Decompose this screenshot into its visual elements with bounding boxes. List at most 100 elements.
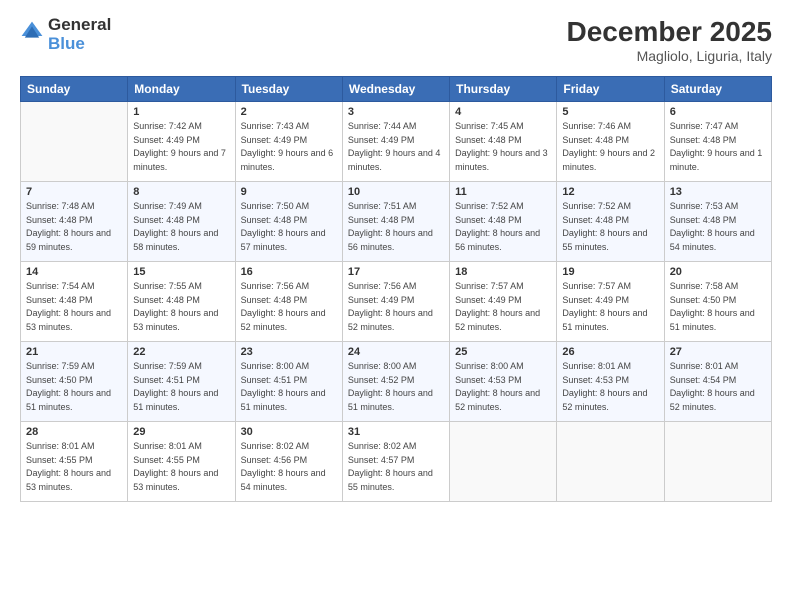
day-cell: 18 Sunrise: 7:57 AMSunset: 4:49 PMDayligh… bbox=[450, 262, 557, 342]
day-info: Sunrise: 7:43 AMSunset: 4:49 PMDaylight:… bbox=[241, 120, 337, 174]
header-day-wednesday: Wednesday bbox=[342, 77, 449, 102]
day-cell: 28 Sunrise: 8:01 AMSunset: 4:55 PMDayligh… bbox=[21, 422, 128, 502]
day-info: Sunrise: 7:42 AMSunset: 4:49 PMDaylight:… bbox=[133, 120, 229, 174]
day-cell: 31Sunrise: 8:02 AMSunset: 4:57 PMDayligh… bbox=[342, 422, 449, 502]
logo: General Blue bbox=[20, 16, 111, 53]
day-number: 11 bbox=[455, 186, 551, 198]
day-cell: 3Sunrise: 7:44 AMSunset: 4:49 PMDaylight… bbox=[342, 102, 449, 182]
location: Magliolo, Liguria, Italy bbox=[567, 48, 772, 64]
day-info: Sunrise: 7:48 AMSunset: 4:48 PMDaylight:… bbox=[26, 200, 122, 254]
header-day-thursday: Thursday bbox=[450, 77, 557, 102]
day-number: 16 bbox=[241, 266, 337, 278]
day-cell: 12Sunrise: 7:52 AMSunset: 4:48 PMDayligh… bbox=[557, 182, 664, 262]
day-number: 29 bbox=[133, 426, 229, 438]
day-number: 10 bbox=[348, 186, 444, 198]
week-row-2: 7 Sunrise: 7:48 AMSunset: 4:48 PMDaylight… bbox=[21, 182, 772, 262]
day-info: Sunrise: 8:02 AMSunset: 4:56 PMDaylight:… bbox=[241, 440, 337, 494]
day-info: Sunrise: 7:44 AMSunset: 4:49 PMDaylight:… bbox=[348, 120, 444, 174]
day-number: 1 bbox=[133, 106, 229, 118]
day-number: 13 bbox=[670, 186, 766, 198]
day-cell bbox=[450, 422, 557, 502]
day-number: 17 bbox=[348, 266, 444, 278]
day-cell: 30 Sunrise: 8:02 AMSunset: 4:56 PMDayligh… bbox=[235, 422, 342, 502]
day-cell: 20Sunrise: 7:58 AMSunset: 4:50 PMDayligh… bbox=[664, 262, 771, 342]
day-info: Sunrise: 7:59 AMSunset: 4:51 PMDaylight:… bbox=[133, 360, 229, 414]
day-info: Sunrise: 7:45 AMSunset: 4:48 PMDaylight:… bbox=[455, 120, 551, 174]
day-info: Sunrise: 7:49 AMSunset: 4:48 PMDaylight:… bbox=[133, 200, 229, 254]
day-number: 18 bbox=[455, 266, 551, 278]
day-cell bbox=[21, 102, 128, 182]
day-cell: 22Sunrise: 7:59 AMSunset: 4:51 PMDayligh… bbox=[128, 342, 235, 422]
calendar-table: SundayMondayTuesdayWednesdayThursdayFrid… bbox=[20, 76, 772, 502]
day-cell bbox=[664, 422, 771, 502]
day-number: 30 bbox=[241, 426, 337, 438]
day-number: 7 bbox=[26, 186, 122, 198]
day-cell: 14 Sunrise: 7:54 AMSunset: 4:48 PMDayligh… bbox=[21, 262, 128, 342]
day-number: 8 bbox=[133, 186, 229, 198]
day-info: Sunrise: 7:57 AMSunset: 4:49 PMDaylight:… bbox=[455, 280, 551, 334]
week-row-4: 21Sunrise: 7:59 AMSunset: 4:50 PMDayligh… bbox=[21, 342, 772, 422]
day-cell: 26 Sunrise: 8:01 AMSunset: 4:53 PMDayligh… bbox=[557, 342, 664, 422]
day-info: Sunrise: 7:54 AMSunset: 4:48 PMDaylight:… bbox=[26, 280, 122, 334]
day-cell: 2 Sunrise: 7:43 AMSunset: 4:49 PMDaylight… bbox=[235, 102, 342, 182]
day-number: 23 bbox=[241, 346, 337, 358]
day-cell: 13Sunrise: 7:53 AMSunset: 4:48 PMDayligh… bbox=[664, 182, 771, 262]
day-number: 19 bbox=[562, 266, 658, 278]
day-cell: 25Sunrise: 8:00 AMSunset: 4:53 PMDayligh… bbox=[450, 342, 557, 422]
day-number: 24 bbox=[348, 346, 444, 358]
day-info: Sunrise: 8:01 AMSunset: 4:54 PMDaylight:… bbox=[670, 360, 766, 414]
day-cell: 24 Sunrise: 8:00 AMSunset: 4:52 PMDayligh… bbox=[342, 342, 449, 422]
day-cell: 8 Sunrise: 7:49 AMSunset: 4:48 PMDaylight… bbox=[128, 182, 235, 262]
day-info: Sunrise: 8:01 AMSunset: 4:53 PMDaylight:… bbox=[562, 360, 658, 414]
day-info: Sunrise: 8:01 AMSunset: 4:55 PMDaylight:… bbox=[26, 440, 122, 494]
day-number: 2 bbox=[241, 106, 337, 118]
day-number: 4 bbox=[455, 106, 551, 118]
header-day-monday: Monday bbox=[128, 77, 235, 102]
logo-icon bbox=[20, 20, 44, 44]
month-year: December 2025 bbox=[567, 16, 772, 48]
header-day-tuesday: Tuesday bbox=[235, 77, 342, 102]
day-cell: 1 Sunrise: 7:42 AMSunset: 4:49 PMDaylight… bbox=[128, 102, 235, 182]
day-cell bbox=[557, 422, 664, 502]
day-cell: 10 Sunrise: 7:51 AMSunset: 4:48 PMDayligh… bbox=[342, 182, 449, 262]
day-info: Sunrise: 7:46 AMSunset: 4:48 PMDaylight:… bbox=[562, 120, 658, 174]
day-cell: 7 Sunrise: 7:48 AMSunset: 4:48 PMDaylight… bbox=[21, 182, 128, 262]
day-info: Sunrise: 7:59 AMSunset: 4:50 PMDaylight:… bbox=[26, 360, 122, 414]
week-row-1: 1 Sunrise: 7:42 AMSunset: 4:49 PMDaylight… bbox=[21, 102, 772, 182]
day-info: Sunrise: 7:58 AMSunset: 4:50 PMDaylight:… bbox=[670, 280, 766, 334]
logo-general-text: General bbox=[48, 16, 111, 35]
day-info: Sunrise: 7:51 AMSunset: 4:48 PMDaylight:… bbox=[348, 200, 444, 254]
day-info: Sunrise: 7:57 AMSunset: 4:49 PMDaylight:… bbox=[562, 280, 658, 334]
day-number: 31 bbox=[348, 426, 444, 438]
day-cell: 16 Sunrise: 7:56 AMSunset: 4:48 PMDayligh… bbox=[235, 262, 342, 342]
day-cell: 27 Sunrise: 8:01 AMSunset: 4:54 PMDayligh… bbox=[664, 342, 771, 422]
day-cell: 29 Sunrise: 8:01 AMSunset: 4:55 PMDayligh… bbox=[128, 422, 235, 502]
day-info: Sunrise: 7:56 AMSunset: 4:48 PMDaylight:… bbox=[241, 280, 337, 334]
day-info: Sunrise: 7:52 AMSunset: 4:48 PMDaylight:… bbox=[562, 200, 658, 254]
day-info: Sunrise: 7:56 AMSunset: 4:49 PMDaylight:… bbox=[348, 280, 444, 334]
calendar-container: General Blue December 2025 Magliolo, Lig… bbox=[0, 0, 792, 512]
day-cell: 4 Sunrise: 7:45 AMSunset: 4:48 PMDaylight… bbox=[450, 102, 557, 182]
header: General Blue December 2025 Magliolo, Lig… bbox=[20, 16, 772, 64]
day-number: 15 bbox=[133, 266, 229, 278]
week-row-3: 14 Sunrise: 7:54 AMSunset: 4:48 PMDayligh… bbox=[21, 262, 772, 342]
day-number: 28 bbox=[26, 426, 122, 438]
day-number: 6 bbox=[670, 106, 766, 118]
day-info: Sunrise: 8:01 AMSunset: 4:55 PMDaylight:… bbox=[133, 440, 229, 494]
header-day-saturday: Saturday bbox=[664, 77, 771, 102]
day-info: Sunrise: 7:47 AMSunset: 4:48 PMDaylight:… bbox=[670, 120, 766, 174]
day-cell: 23Sunrise: 8:00 AMSunset: 4:51 PMDayligh… bbox=[235, 342, 342, 422]
day-number: 26 bbox=[562, 346, 658, 358]
day-cell: 15 Sunrise: 7:55 AMSunset: 4:48 PMDayligh… bbox=[128, 262, 235, 342]
day-info: Sunrise: 7:55 AMSunset: 4:48 PMDaylight:… bbox=[133, 280, 229, 334]
day-number: 14 bbox=[26, 266, 122, 278]
day-info: Sunrise: 8:00 AMSunset: 4:52 PMDaylight:… bbox=[348, 360, 444, 414]
title-section: December 2025 Magliolo, Liguria, Italy bbox=[567, 16, 772, 64]
day-cell: 9Sunrise: 7:50 AMSunset: 4:48 PMDaylight… bbox=[235, 182, 342, 262]
day-info: Sunrise: 8:00 AMSunset: 4:53 PMDaylight:… bbox=[455, 360, 551, 414]
day-cell: 17 Sunrise: 7:56 AMSunset: 4:49 PMDayligh… bbox=[342, 262, 449, 342]
day-number: 27 bbox=[670, 346, 766, 358]
day-number: 9 bbox=[241, 186, 337, 198]
day-info: Sunrise: 7:52 AMSunset: 4:48 PMDaylight:… bbox=[455, 200, 551, 254]
header-row: SundayMondayTuesdayWednesdayThursdayFrid… bbox=[21, 77, 772, 102]
